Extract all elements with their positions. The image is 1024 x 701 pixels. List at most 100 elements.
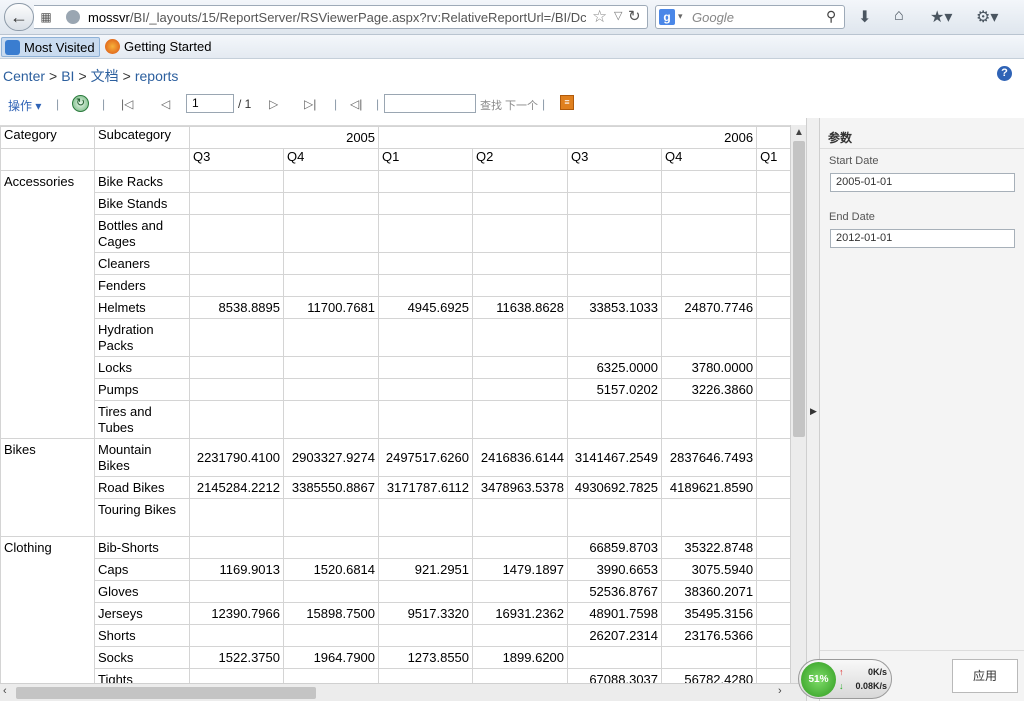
addon-icon[interactable]: ⚙▾ — [976, 7, 998, 27]
collapse-panel-icon[interactable]: ▶ — [810, 406, 817, 417]
value-cell — [378, 536, 474, 559]
value-cell: 15898.7500 — [282, 602, 380, 625]
next-page-icon[interactable]: ▷ — [269, 97, 278, 111]
table-row: Locks 6325.00003780.00002 — [1, 356, 790, 379]
find-text-input[interactable] — [384, 94, 476, 113]
value-cell — [567, 192, 663, 215]
url-text[interactable]: mossvr/BI/_layouts/15/ReportServer/RSVie… — [88, 10, 586, 25]
search-icon[interactable]: ⚲ — [826, 8, 836, 25]
header-blank — [0, 148, 95, 171]
table-row: Helmets 8538.8895 11700.7681 4945.6925 11638… — [1, 296, 790, 319]
vertical-scroll-thumb[interactable] — [793, 141, 805, 437]
horizontal-scrollbar[interactable]: ‹ › — [0, 683, 806, 701]
value-cell — [756, 400, 790, 439]
header-subcategory: Subcategory — [94, 126, 190, 149]
end-date-input[interactable]: 2012-01-01 — [830, 229, 1015, 248]
subcategory-cell: Helmets — [94, 296, 190, 319]
value-cell: 48901.7598 — [567, 602, 663, 625]
value-cell: 9517.3320 — [378, 602, 474, 625]
value-cell: 3075.5940 — [661, 558, 758, 581]
first-page-icon[interactable]: |◁ — [121, 97, 133, 111]
back-button[interactable]: ← — [4, 3, 34, 31]
value-cell — [472, 624, 569, 647]
value-cell — [189, 624, 284, 647]
vertical-scrollbar[interactable]: ▲ — [790, 125, 806, 685]
breadcrumb-bi[interactable]: BI — [61, 68, 74, 84]
export-icon[interactable]: ≡ — [560, 95, 574, 110]
value-cell — [472, 536, 569, 559]
help-icon[interactable]: ? — [997, 66, 1012, 81]
upload-arrow-icon: ↑ — [839, 667, 844, 677]
value-cell — [189, 400, 284, 439]
horizontal-scroll-thumb[interactable] — [16, 687, 316, 699]
value-cell — [472, 378, 569, 401]
reload-icon[interactable]: ↻ — [628, 7, 641, 25]
search-placeholder[interactable]: Google — [692, 10, 734, 25]
subcategory-cell: Jerseys — [94, 602, 190, 625]
value-cell — [378, 498, 474, 537]
page-number-input[interactable]: 1 — [186, 94, 234, 113]
search-box[interactable]: g ▾ Google ⚲ — [655, 5, 845, 29]
breadcrumb-docs[interactable]: 文档 — [91, 68, 119, 84]
scroll-right-icon[interactable]: › — [778, 685, 782, 697]
header-year-2005: 2005 — [188, 126, 380, 149]
value-cell — [756, 646, 790, 669]
scroll-left-icon[interactable]: ‹ — [3, 685, 7, 697]
search-engine-dropdown-icon[interactable]: ▾ — [678, 11, 683, 22]
value-cell: 35322.8748 — [661, 536, 758, 559]
value-cell — [189, 274, 284, 297]
home-icon[interactable]: ⌂ — [894, 7, 904, 25]
firefox-icon — [105, 39, 120, 54]
download-icon[interactable]: ⬇ — [858, 7, 871, 27]
subcategory-cell: Bib-Shorts — [94, 536, 190, 559]
value-cell — [282, 356, 380, 379]
value-cell — [661, 274, 758, 297]
value-cell — [472, 170, 569, 193]
value-cell: 2 — [756, 580, 790, 603]
panel-splitter[interactable]: ▶ — [806, 118, 820, 701]
header-blank — [94, 148, 190, 171]
value-cell — [756, 192, 790, 215]
bookmark-star-icon[interactable]: ☆ — [592, 7, 607, 27]
start-date-input[interactable]: 2005-01-01 — [830, 173, 1015, 192]
header-quarter: Q4 — [661, 148, 758, 171]
value-cell — [189, 214, 284, 253]
breadcrumb-center[interactable]: Center — [3, 68, 45, 84]
actions-menu[interactable]: 操作 ▾ — [8, 97, 41, 114]
last-page-icon[interactable]: ▷| — [304, 97, 316, 111]
bookmark-most-visited[interactable]: Most Visited — [1, 37, 100, 57]
breadcrumb-reports[interactable]: reports — [135, 68, 179, 84]
bookmark-getting-started[interactable]: Getting Started — [102, 37, 211, 57]
history-dropdown-icon[interactable]: ▽ — [614, 9, 622, 22]
bookmarks-bar: Most Visited Getting Started — [0, 35, 1024, 59]
header-row-years: Category Subcategory 2005 2006 — [0, 126, 790, 149]
tab-list-icon[interactable]: ▦ — [36, 9, 56, 25]
google-icon[interactable]: g — [659, 9, 675, 25]
refresh-icon[interactable]: ↻ — [72, 95, 89, 112]
value-cell — [378, 624, 474, 647]
value-cell — [378, 318, 474, 357]
value-cell — [378, 274, 474, 297]
prev-page-icon[interactable]: ◁ — [161, 97, 170, 111]
toolbar-separator: | — [542, 97, 546, 111]
value-cell: 24870.7746 — [661, 296, 758, 319]
apply-button[interactable]: 应用 — [952, 659, 1018, 693]
value-cell: 3990.6653 — [567, 558, 663, 581]
value-cell — [378, 580, 474, 603]
category-cell: Accessories — [0, 170, 95, 439]
subcategory-cell: Socks — [94, 646, 190, 669]
address-bar[interactable]: ▦ mossvr/BI/_layouts/15/ReportServer/RSV… — [34, 5, 648, 29]
category-cell: Clothing — [0, 536, 95, 685]
subcategory-cell: Pumps — [94, 378, 190, 401]
back-to-parent-icon[interactable]: ◁| — [350, 97, 362, 111]
value-cell: 33853.1033 — [567, 296, 663, 319]
toolbar-separator: | — [334, 97, 338, 111]
network-monitor-widget[interactable]: 51% ↑ 0K/s ↓ 0.08K/s — [798, 659, 892, 699]
page-total: / 1 — [238, 97, 252, 111]
find-button[interactable]: 查找 — [480, 97, 502, 113]
bookmarks-menu-icon[interactable]: ★▾ — [930, 7, 952, 27]
find-next-button[interactable]: 下一个 — [505, 97, 538, 113]
subcategory-cell: Road Bikes — [94, 476, 190, 499]
scroll-up-icon[interactable]: ▲ — [794, 127, 804, 138]
value-cell: 8538.8895 — [189, 296, 284, 319]
